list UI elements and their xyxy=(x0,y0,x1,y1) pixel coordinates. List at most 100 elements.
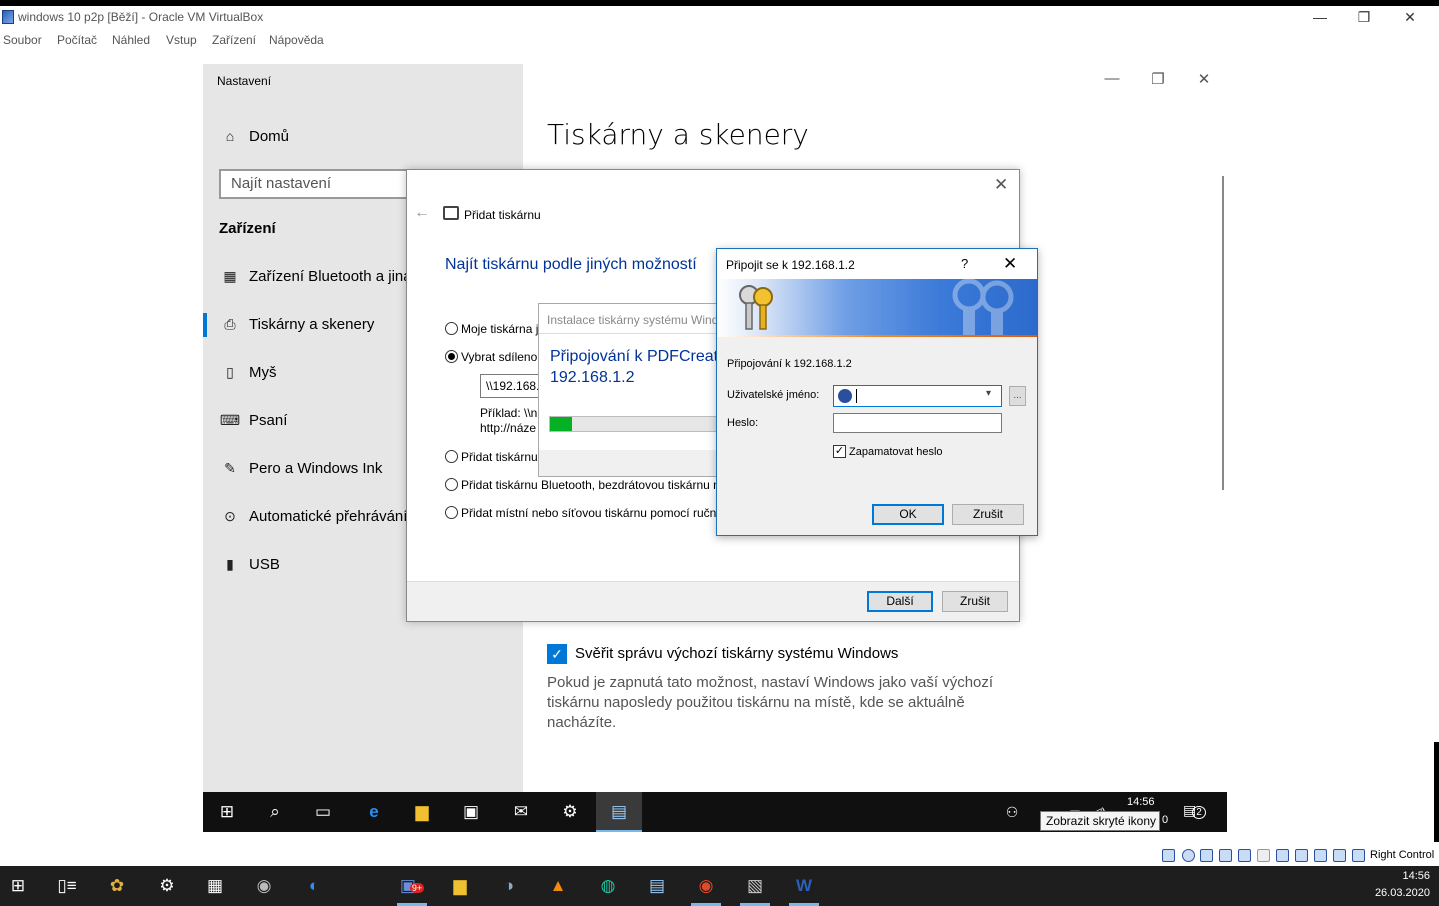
host-clock-time[interactable]: 14:56 xyxy=(1388,870,1430,882)
chat-app-icon[interactable]: ▣9+ xyxy=(399,874,425,898)
menu-zarizeni[interactable]: Zařízení xyxy=(212,33,256,47)
menu-nahled[interactable]: Náhled xyxy=(112,33,150,47)
shared-folders-icon[interactable] xyxy=(1257,849,1270,862)
chevron-down-icon[interactable]: ▾ xyxy=(986,388,991,399)
back-arrow-icon[interactable]: ← xyxy=(414,204,430,222)
browser-icon[interactable]: ◐ xyxy=(301,874,327,898)
option-radio-local[interactable] xyxy=(445,506,458,519)
username-input[interactable]: ▾ xyxy=(833,385,1002,407)
user-icon xyxy=(838,389,852,403)
mouse-integration-icon[interactable] xyxy=(1333,849,1346,862)
group-heading: Zařízení xyxy=(219,220,276,237)
example-line-2: http://náze xyxy=(480,421,537,435)
paint-icon[interactable]: ✿ xyxy=(104,874,130,898)
search-icon[interactable]: ⌕ xyxy=(262,800,288,824)
file-explorer-icon[interactable]: ▆ xyxy=(409,800,435,824)
remote-desktop-icon[interactable]: ▤ xyxy=(644,874,670,898)
credentials-cancel-button[interactable]: Zrušit xyxy=(952,504,1024,525)
content-scrollbar[interactable] xyxy=(1222,176,1224,490)
store-icon[interactable]: ▣ xyxy=(458,800,484,824)
option-label-my-printer[interactable]: Moje tiskárna j xyxy=(461,322,539,336)
option-radio-bluetooth[interactable] xyxy=(445,478,458,491)
menu-soubor[interactable]: Soubor xyxy=(3,33,42,47)
calculator-icon[interactable]: ▦ xyxy=(202,874,228,898)
host-key-label: Right Control xyxy=(1370,849,1435,861)
ok-button[interactable]: OK xyxy=(872,504,944,525)
text-cursor xyxy=(856,389,857,403)
menu-vstup[interactable]: Vstup xyxy=(166,33,197,47)
option-radio-shared[interactable] xyxy=(445,350,458,363)
display-icon[interactable] xyxy=(1276,849,1289,862)
gear-icon[interactable]: ⚙ xyxy=(154,874,180,898)
chrome-icon[interactable]: ◉ xyxy=(693,874,719,898)
default-printer-checkbox[interactable]: ✓ xyxy=(547,644,567,664)
nav-autoplay[interactable]: ⊙ Automatické přehrávání xyxy=(219,501,409,531)
green-app-icon[interactable]: ◍ xyxy=(595,874,621,898)
guest-clock[interactable]: 14:56 xyxy=(1127,796,1155,808)
task-view-icon[interactable]: ▯≡ xyxy=(54,874,80,898)
add-printer-close-button[interactable]: ✕ xyxy=(994,175,1008,195)
windows-start-icon[interactable]: ⊞ xyxy=(214,800,240,824)
browse-users-button[interactable]: ... xyxy=(1009,386,1026,406)
settings-restore-button[interactable]: ❐ xyxy=(1143,70,1173,88)
notification-center-icon[interactable]: ▤2 xyxy=(1183,802,1209,826)
remember-password-label[interactable]: Zapamatovat heslo xyxy=(849,446,943,458)
vbox-minimize-button[interactable]: — xyxy=(1308,8,1332,26)
shared-printer-input[interactable]: \\192.168. xyxy=(480,374,540,398)
disk-utility-icon[interactable]: ◉ xyxy=(251,874,277,898)
word-icon[interactable]: W xyxy=(791,874,817,898)
people-icon[interactable]: ⚇ xyxy=(999,800,1025,824)
menu-pocitac[interactable]: Počítač xyxy=(57,33,97,47)
terminal-icon[interactable]: ◑ xyxy=(496,874,522,898)
credentials-dialog: Připojit se k 192.168.1.2 ? ✕ Připojován… xyxy=(716,248,1038,536)
credentials-close-button[interactable]: ✕ xyxy=(1003,254,1017,274)
mail-icon[interactable]: ✉ xyxy=(508,800,534,824)
windows-start-icon[interactable]: ⊞ xyxy=(5,874,31,898)
nav-typing[interactable]: ⌨ Psaní xyxy=(219,405,409,435)
nav-printers[interactable]: ⎙ Tiskárny a skenery xyxy=(219,309,409,339)
nav-pen[interactable]: ✎ Pero a Windows Ink xyxy=(219,453,409,483)
edge-icon[interactable]: e xyxy=(361,800,387,824)
remember-password-checkbox[interactable]: ✓ xyxy=(833,445,846,458)
vbox-restore-button[interactable]: ❐ xyxy=(1352,8,1376,26)
nav-usb[interactable]: ▮ USB xyxy=(219,549,409,579)
host-clock-date[interactable]: 26.03.2020 xyxy=(1374,887,1430,899)
add-printer-cancel-button[interactable]: Zrušit xyxy=(942,591,1008,612)
settings-close-button[interactable]: ✕ xyxy=(1189,70,1219,88)
nav-mouse[interactable]: ▯ Myš xyxy=(219,357,409,387)
settings-minimize-button[interactable]: — xyxy=(1097,70,1127,87)
next-button[interactable]: Další xyxy=(867,591,933,612)
audio-icon[interactable] xyxy=(1200,849,1213,862)
option-label-local[interactable]: Přidat místní nebo síťovou tiskárnu pomo… xyxy=(461,506,716,520)
menu-napoveda[interactable]: Nápověda xyxy=(269,33,324,47)
nav-bluetooth[interactable]: ▦ Zařízení Bluetooth a jiná xyxy=(219,261,409,291)
option-label-tcpip[interactable]: Přidat tiskárnu xyxy=(461,450,539,464)
optical-drive-icon[interactable] xyxy=(1182,849,1195,862)
nav-home[interactable]: ⌂ Domů xyxy=(219,121,409,151)
file-explorer-icon[interactable]: ▆ xyxy=(447,874,473,898)
vlc-icon[interactable]: ▲ xyxy=(545,874,571,898)
hard-disk-icon[interactable] xyxy=(1162,849,1175,862)
default-printer-label[interactable]: Svěřit správu výchozí tiskárny systému W… xyxy=(575,645,898,662)
virtualbox-app-icon[interactable]: ▧ xyxy=(742,874,768,898)
task-view-icon[interactable]: ▭ xyxy=(310,800,336,824)
printer-dialog-icon[interactable]: ▤ xyxy=(606,800,632,824)
recording-icon[interactable] xyxy=(1295,849,1308,862)
option-label-shared[interactable]: Vybrat sdílenou xyxy=(461,350,539,364)
install-progress-dialog: Instalace tiskárny systému Wind Připojov… xyxy=(538,303,718,477)
network-adapter-icon[interactable] xyxy=(1219,849,1232,862)
keyboard-capture-icon[interactable] xyxy=(1352,849,1365,862)
password-input[interactable] xyxy=(833,413,1002,433)
add-printer-heading: Najít tiskárnu podle jiných možností xyxy=(445,256,697,273)
vbox-close-button[interactable]: ✕ xyxy=(1398,8,1422,26)
vt-x-icon[interactable] xyxy=(1314,849,1327,862)
option-radio-tcpip[interactable] xyxy=(445,450,458,463)
usb-device-icon[interactable] xyxy=(1238,849,1251,862)
usb-icon: ▮ xyxy=(226,556,234,572)
option-label-bluetooth[interactable]: Přidat tiskárnu Bluetooth, bezdrátovou t… xyxy=(461,478,716,492)
gear-icon[interactable]: ⚙ xyxy=(557,800,583,824)
help-button[interactable]: ? xyxy=(961,256,968,271)
option-radio-my-printer[interactable] xyxy=(445,322,458,335)
printer-icon xyxy=(443,206,459,220)
install-message: Připojování k PDFCreato 192.168.1.2 xyxy=(550,346,717,388)
